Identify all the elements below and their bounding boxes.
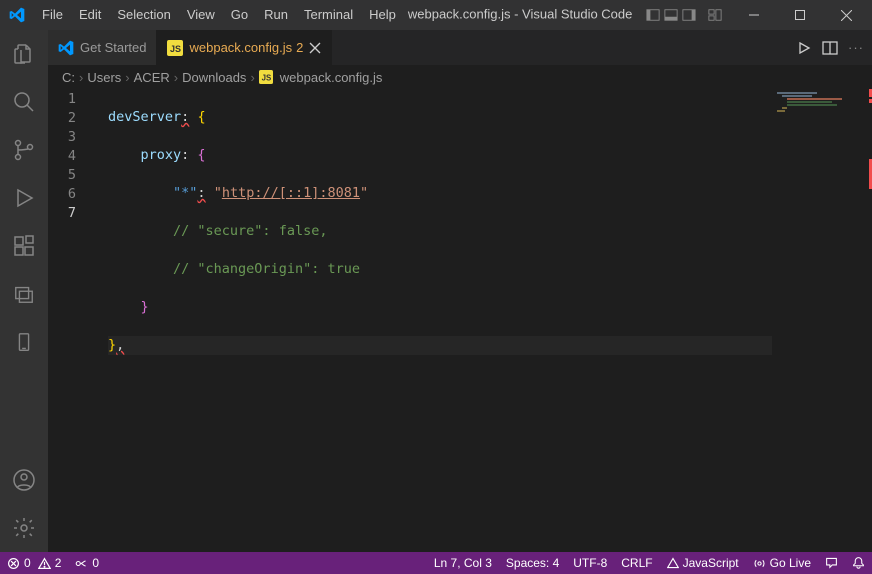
js-file-icon: JS — [167, 40, 183, 56]
window-close[interactable] — [826, 0, 866, 30]
status-eol[interactable]: CRLF — [614, 556, 659, 570]
status-notifications-icon[interactable] — [845, 556, 872, 569]
svg-text:JS: JS — [170, 44, 181, 54]
tab-label: Get Started — [80, 40, 146, 55]
editor[interactable]: 1 2 3 4 5 6 7 devServer: { proxy: { "*":… — [48, 89, 872, 552]
svg-text:JS: JS — [261, 74, 271, 83]
window-maximize[interactable] — [780, 0, 820, 30]
window-controls — [728, 0, 872, 30]
breadcrumb-item[interactable]: ACER — [134, 70, 170, 85]
menu-selection[interactable]: Selection — [109, 0, 178, 30]
activity-bar — [0, 30, 48, 552]
vscode-small-icon — [58, 40, 74, 56]
editor-tabs: Get Started JS webpack.config.js 2 ··· — [48, 30, 872, 65]
accounts-icon[interactable] — [0, 456, 48, 504]
more-actions-icon[interactable]: ··· — [848, 40, 864, 55]
vscode-icon — [0, 7, 34, 23]
menu-file[interactable]: File — [34, 0, 71, 30]
status-cursor[interactable]: Ln 7, Col 3 — [427, 556, 499, 570]
breadcrumbs[interactable]: C:› Users› ACER› Downloads› JS webpack.c… — [48, 65, 872, 89]
status-encoding[interactable]: UTF-8 — [566, 556, 614, 570]
breadcrumb-item[interactable]: C: — [62, 70, 75, 85]
layout-sidebar-right-icon[interactable] — [680, 6, 698, 24]
extensions-icon[interactable] — [0, 222, 48, 270]
window-title: webpack.config.js - Visual Studio Code — [404, 6, 728, 24]
breadcrumb-item[interactable]: Downloads — [182, 70, 246, 85]
menu-bar: File Edit Selection View Go Run Terminal… — [34, 0, 404, 30]
status-port[interactable]: 0 — [68, 556, 106, 570]
menu-run[interactable]: Run — [256, 0, 296, 30]
layout-panel-icon[interactable] — [662, 6, 680, 24]
status-indentation[interactable]: Spaces: 4 — [499, 556, 566, 570]
status-go-live[interactable]: Go Live — [746, 556, 818, 570]
tab-label: webpack.config.js — [189, 40, 292, 55]
device-icon[interactable] — [0, 318, 48, 366]
breadcrumb-item[interactable]: Users — [87, 70, 121, 85]
status-language[interactable]: JavaScript — [660, 556, 746, 570]
source-control-icon[interactable] — [0, 126, 48, 174]
minimap[interactable] — [772, 89, 872, 552]
menu-edit[interactable]: Edit — [71, 0, 109, 30]
tab-problems-count: 2 — [296, 40, 303, 55]
run-debug-icon[interactable] — [0, 174, 48, 222]
layout-sidebar-left-icon[interactable] — [644, 6, 662, 24]
menu-go[interactable]: Go — [223, 0, 256, 30]
titlebar: File Edit Selection View Go Run Terminal… — [0, 0, 872, 30]
layout-customize-icon[interactable] — [706, 6, 724, 24]
window-icon[interactable] — [0, 270, 48, 318]
tab-get-started[interactable]: Get Started — [48, 30, 157, 65]
breadcrumb-item[interactable]: JS webpack.config.js — [259, 70, 383, 85]
explorer-icon[interactable] — [0, 30, 48, 78]
status-warnings[interactable]: 2 — [38, 556, 69, 570]
status-bar: 0 2 0 Ln 7, Col 3 Spaces: 4 UTF-8 CRLF J… — [0, 552, 872, 574]
tab-webpack-config[interactable]: JS webpack.config.js 2 — [157, 30, 332, 65]
split-editor-icon[interactable] — [822, 40, 838, 56]
run-file-icon[interactable] — [796, 40, 812, 56]
status-feedback-icon[interactable] — [818, 556, 845, 569]
window-minimize[interactable] — [734, 0, 774, 30]
code-content[interactable]: devServer: { proxy: { "*": "http://[::1]… — [96, 89, 872, 552]
menu-help[interactable]: Help — [361, 0, 404, 30]
settings-gear-icon[interactable] — [0, 504, 48, 552]
menu-view[interactable]: View — [179, 0, 223, 30]
search-icon[interactable] — [0, 78, 48, 126]
status-errors[interactable]: 0 — [0, 556, 38, 570]
tab-close-icon[interactable] — [309, 42, 321, 54]
line-numbers: 1 2 3 4 5 6 7 — [48, 89, 96, 552]
menu-terminal[interactable]: Terminal — [296, 0, 361, 30]
